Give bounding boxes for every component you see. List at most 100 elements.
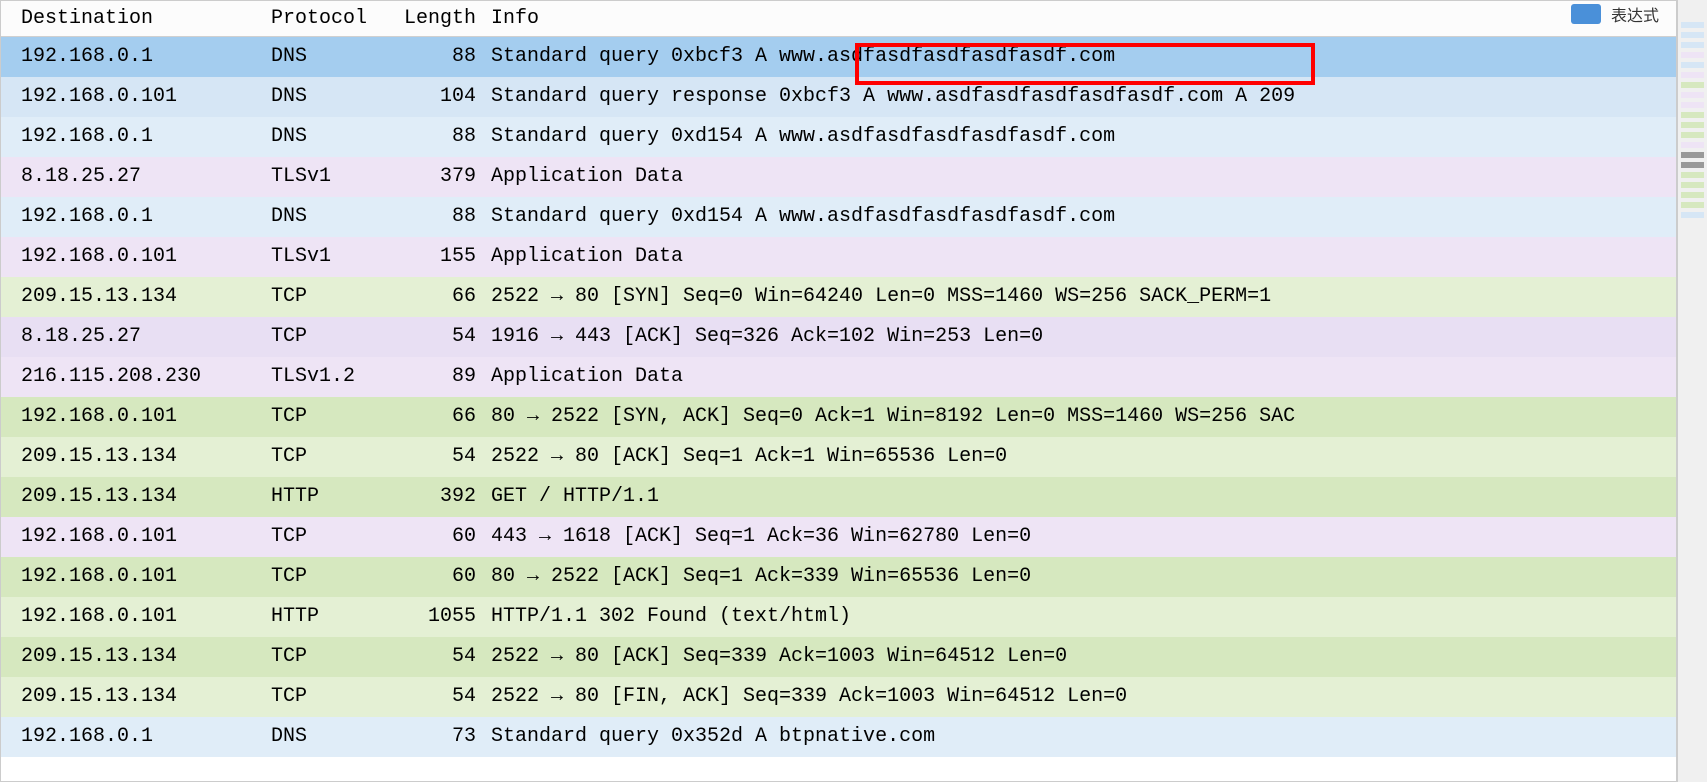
cell-length: 155 xyxy=(391,243,486,271)
cell-destination: 192.168.0.101 xyxy=(1,83,271,111)
cell-destination: 216.115.208.230 xyxy=(1,363,271,391)
minimap-tick xyxy=(1681,92,1704,98)
packet-list-panel[interactable]: Destination Protocol Length Info 192.168… xyxy=(0,0,1677,782)
minimap-tick xyxy=(1681,182,1704,188)
minimap-tick xyxy=(1681,102,1704,108)
cell-protocol: TCP xyxy=(271,523,391,551)
table-row[interactable]: 8.18.25.27TLSv1379Application Data xyxy=(1,157,1676,197)
table-row[interactable]: 192.168.0.1DNS73Standard query 0x352d A … xyxy=(1,717,1676,757)
header-length[interactable]: Length xyxy=(391,7,486,30)
table-row[interactable]: 192.168.0.101TCP6680 → 2522 [SYN, ACK] S… xyxy=(1,397,1676,437)
cell-destination: 8.18.25.27 xyxy=(1,163,271,191)
minimap-tick xyxy=(1681,112,1704,118)
table-row[interactable]: 192.168.0.101DNS104Standard query respon… xyxy=(1,77,1676,117)
header-destination[interactable]: Destination xyxy=(1,7,271,30)
cell-protocol: TCP xyxy=(271,403,391,431)
cell-destination: 8.18.25.27 xyxy=(1,323,271,351)
header-protocol[interactable]: Protocol xyxy=(271,7,391,30)
cell-info: Application Data xyxy=(486,243,1676,271)
table-row[interactable]: 209.15.13.134TCP542522 → 80 [ACK] Seq=1 … xyxy=(1,437,1676,477)
cell-length: 54 xyxy=(391,323,486,351)
cell-protocol: DNS xyxy=(271,203,391,231)
cell-length: 89 xyxy=(391,363,486,391)
cell-destination: 192.168.0.1 xyxy=(1,43,271,71)
cell-destination: 192.168.0.101 xyxy=(1,523,271,551)
cell-destination: 209.15.13.134 xyxy=(1,443,271,471)
cell-destination: 192.168.0.101 xyxy=(1,563,271,591)
cell-length: 54 xyxy=(391,443,486,471)
table-row[interactable]: 192.168.0.101TCP6080 → 2522 [ACK] Seq=1 … xyxy=(1,557,1676,597)
table-row[interactable]: 216.115.208.230TLSv1.289Application Data xyxy=(1,357,1676,397)
ribbon-icon[interactable] xyxy=(1571,4,1601,24)
expression-label: 表达式 xyxy=(1611,2,1659,26)
cell-length: 54 xyxy=(391,683,486,711)
cell-protocol: HTTP xyxy=(271,603,391,631)
minimap-tick xyxy=(1681,132,1704,138)
table-row[interactable]: 192.168.0.1DNS88Standard query 0xbcf3 A … xyxy=(1,37,1676,77)
cell-protocol: TLSv1 xyxy=(271,243,391,271)
minimap-tick xyxy=(1681,72,1704,78)
cell-length: 60 xyxy=(391,563,486,591)
minimap-sidebar[interactable] xyxy=(1677,0,1707,782)
cell-protocol: DNS xyxy=(271,83,391,111)
cell-protocol: TCP xyxy=(271,563,391,591)
cell-info: Standard query response 0xbcf3 A www.asd… xyxy=(486,83,1676,111)
minimap-tick xyxy=(1681,142,1704,148)
cell-destination: 192.168.0.101 xyxy=(1,603,271,631)
cell-protocol: DNS xyxy=(271,123,391,151)
cell-protocol: DNS xyxy=(271,723,391,751)
cell-destination: 192.168.0.101 xyxy=(1,403,271,431)
minimap-tick xyxy=(1681,42,1704,48)
packet-rows[interactable]: 192.168.0.1DNS88Standard query 0xbcf3 A … xyxy=(1,37,1676,757)
table-row[interactable]: 209.15.13.134TCP542522 → 80 [ACK] Seq=33… xyxy=(1,637,1676,677)
cell-destination: 192.168.0.101 xyxy=(1,243,271,271)
cell-info: Application Data xyxy=(486,163,1676,191)
minimap-tick xyxy=(1681,192,1704,198)
cell-length: 66 xyxy=(391,283,486,311)
cell-info: 2522 → 80 [FIN, ACK] Seq=339 Ack=1003 Wi… xyxy=(486,683,1676,711)
cell-info: Standard query 0xbcf3 A www.asdfasdfasdf… xyxy=(486,43,1676,71)
cell-destination: 192.168.0.1 xyxy=(1,123,271,151)
header-info[interactable]: Info xyxy=(486,7,1676,30)
cell-info: Application Data xyxy=(486,363,1676,391)
minimap-tick xyxy=(1681,62,1704,68)
minimap-tick xyxy=(1681,152,1704,158)
cell-protocol: TLSv1 xyxy=(271,163,391,191)
cell-protocol: TLSv1.2 xyxy=(271,363,391,391)
cell-destination: 209.15.13.134 xyxy=(1,683,271,711)
table-row[interactable]: 192.168.0.1DNS88Standard query 0xd154 A … xyxy=(1,197,1676,237)
cell-destination: 192.168.0.1 xyxy=(1,203,271,231)
cell-info: 2522 → 80 [ACK] Seq=339 Ack=1003 Win=645… xyxy=(486,643,1676,671)
top-ribbon: 表达式 xyxy=(1563,0,1667,28)
cell-info: 2522 → 80 [SYN] Seq=0 Win=64240 Len=0 MS… xyxy=(486,283,1676,311)
table-row[interactable]: 209.15.13.134TCP662522 → 80 [SYN] Seq=0 … xyxy=(1,277,1676,317)
minimap-tick xyxy=(1681,122,1704,128)
cell-length: 60 xyxy=(391,523,486,551)
table-row[interactable]: 8.18.25.27TCP541916 → 443 [ACK] Seq=326 … xyxy=(1,317,1676,357)
table-row[interactable]: 192.168.0.101TCP60443 → 1618 [ACK] Seq=1… xyxy=(1,517,1676,557)
table-row[interactable]: 209.15.13.134HTTP392GET / HTTP/1.1 xyxy=(1,477,1676,517)
cell-protocol: TCP xyxy=(271,323,391,351)
minimap-tick xyxy=(1681,162,1704,168)
cell-protocol: TCP xyxy=(271,683,391,711)
cell-protocol: TCP xyxy=(271,643,391,671)
cell-info: Standard query 0x352d A btpnative.com xyxy=(486,723,1676,751)
table-row[interactable]: 192.168.0.101HTTP1055HTTP/1.1 302 Found … xyxy=(1,597,1676,637)
table-row[interactable]: 192.168.0.1DNS88Standard query 0xd154 A … xyxy=(1,117,1676,157)
cell-info: 80 → 2522 [SYN, ACK] Seq=0 Ack=1 Win=819… xyxy=(486,403,1676,431)
cell-destination: 192.168.0.1 xyxy=(1,723,271,751)
cell-protocol: TCP xyxy=(271,443,391,471)
cell-protocol: HTTP xyxy=(271,483,391,511)
table-row[interactable]: 192.168.0.101TLSv1155Application Data xyxy=(1,237,1676,277)
minimap-tick xyxy=(1681,82,1704,88)
cell-info: Standard query 0xd154 A www.asdfasdfasdf… xyxy=(486,203,1676,231)
app-window: Destination Protocol Length Info 192.168… xyxy=(0,0,1707,782)
table-header[interactable]: Destination Protocol Length Info xyxy=(1,1,1676,37)
cell-info: 443 → 1618 [ACK] Seq=1 Ack=36 Win=62780 … xyxy=(486,523,1676,551)
minimap-tick xyxy=(1681,52,1704,58)
cell-destination: 209.15.13.134 xyxy=(1,643,271,671)
table-row[interactable]: 209.15.13.134TCP542522 → 80 [FIN, ACK] S… xyxy=(1,677,1676,717)
cell-info: 2522 → 80 [ACK] Seq=1 Ack=1 Win=65536 Le… xyxy=(486,443,1676,471)
cell-length: 1055 xyxy=(391,603,486,631)
cell-info: HTTP/1.1 302 Found (text/html) xyxy=(486,603,1676,631)
